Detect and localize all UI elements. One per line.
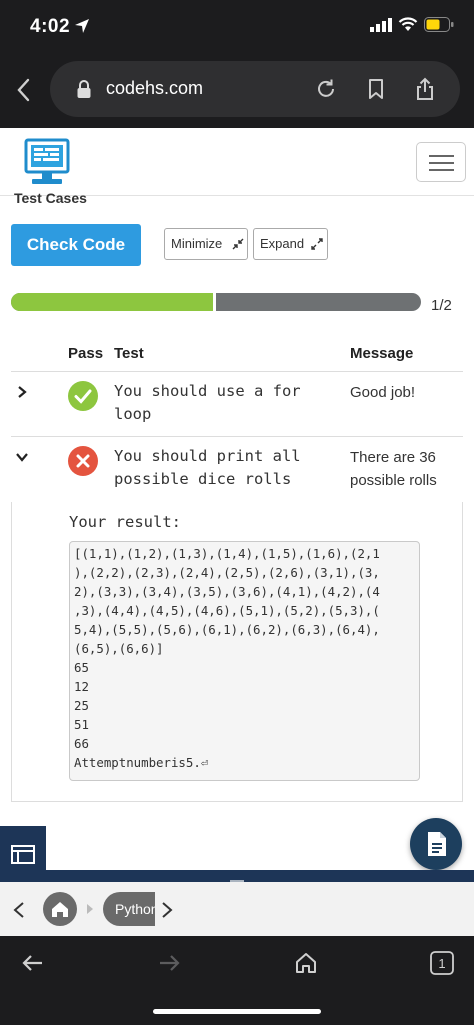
minimize-icon <box>232 238 244 250</box>
breadcrumb-separator-icon <box>87 904 93 914</box>
address-bar[interactable]: codehs.com <box>50 61 460 117</box>
tabs-icon[interactable]: 1 <box>429 950 455 976</box>
lock-icon <box>77 80 91 98</box>
back-arrow-icon[interactable] <box>20 950 46 976</box>
home-indicator <box>153 1009 321 1014</box>
expand-icon <box>311 238 323 250</box>
docs-button[interactable] <box>410 818 462 870</box>
output-line: 51 <box>74 717 89 732</box>
layout-icon <box>11 845 35 864</box>
output-line: 2),(3,3),(3,4),(3,5),(3,6),(4,1),(4,2),(… <box>74 584 380 599</box>
minimize-button[interactable]: Minimize <box>164 228 248 260</box>
url-text: codehs.com <box>106 78 204 98</box>
minimize-label: Minimize <box>171 236 223 251</box>
test-description-line: possible dice rolls <box>114 470 292 488</box>
output-line: (6,5),(6,6)] <box>74 641 164 656</box>
browser-toolbar: codehs.com <box>0 52 474 128</box>
output-line: 12 <box>74 679 89 694</box>
output-line: [(1,1),(1,2),(1,3),(1,4),(1,5),(1,6),(2,… <box>74 546 380 561</box>
header-pass: Pass <box>68 345 104 362</box>
breadcrumb-back-icon[interactable] <box>12 901 26 919</box>
check-code-button[interactable]: Check Code <box>11 224 141 266</box>
test-message: Good job! <box>350 384 416 401</box>
battery-icon <box>424 17 454 32</box>
pass-check-icon <box>68 381 98 411</box>
output-line: 25 <box>74 698 89 713</box>
program-output: [(1,1),(1,2),(1,3),(1,4),(1,5),(1,6),(2,… <box>69 541 420 781</box>
home-icon <box>52 902 68 917</box>
output-line: Attemptnumberis5.⏎ <box>74 755 209 770</box>
menu-button[interactable] <box>416 142 466 182</box>
fail-x-icon <box>68 446 98 476</box>
bookmark-icon[interactable] <box>364 77 388 101</box>
breadcrumb-python[interactable]: Python <box>103 892 155 926</box>
header-message: Message <box>350 345 414 362</box>
browser-bottom-toolbar: 1 <box>0 936 474 1025</box>
wifi-icon <box>398 17 418 31</box>
test-description-line: loop <box>114 405 152 423</box>
output-line: 66 <box>74 736 89 751</box>
output-line: 5,4),(5,5),(5,6),(6,1),(6,2),(6,3),(6,4)… <box>74 622 380 637</box>
test-description-line: You should print all <box>114 447 301 465</box>
progress-label: 1/2 <box>431 297 452 314</box>
sidebar-toggle-button[interactable] <box>0 826 46 870</box>
test-description-line: You should use a for <box>114 382 301 400</box>
test-message: There are 36 possible rolls <box>350 449 437 489</box>
status-time: 4:02 <box>30 16 71 37</box>
reload-icon[interactable] <box>314 77 338 101</box>
header-test: Test <box>114 345 144 362</box>
output-line: ,3),(4,4),(4,5),(4,6),(5,1),(5,2),(5,3),… <box>74 603 380 618</box>
home-icon[interactable] <box>293 950 319 976</box>
test-row[interactable]: You should print all possible dice rolls… <box>11 436 463 502</box>
share-icon[interactable] <box>413 77 437 101</box>
chevron-down-icon[interactable] <box>15 450 29 464</box>
status-indicators <box>370 17 454 32</box>
section-title: Test Cases <box>14 190 87 206</box>
test-progress-bar <box>11 293 421 311</box>
output-line: 65 <box>74 660 89 675</box>
location-arrow-icon <box>75 19 89 33</box>
test-row[interactable]: You should use a for loop Good job! <box>11 371 463 436</box>
forward-arrow-icon[interactable] <box>156 950 182 976</box>
browser-back-icon[interactable] <box>14 76 34 104</box>
output-line: ),(2,2),(2,3),(2,4),(2,5),(2,6),(3,1),(3… <box>74 565 380 580</box>
svg-text:1: 1 <box>438 956 445 971</box>
chevron-right-icon[interactable] <box>15 385 29 399</box>
progress-fill <box>11 293 216 311</box>
drag-handle[interactable] <box>230 880 244 882</box>
codehs-logo-icon[interactable] <box>24 138 70 186</box>
expand-label: Expand <box>260 236 305 251</box>
breadcrumb-forward-icon[interactable] <box>160 901 174 919</box>
status-bar: 4:02 <box>0 0 474 52</box>
site-header <box>0 128 474 196</box>
result-label: Your result: <box>69 513 181 531</box>
expand-button[interactable]: Expand <box>253 228 328 260</box>
signal-icon <box>370 17 392 32</box>
document-icon <box>428 832 446 856</box>
breadcrumb-home-button[interactable] <box>43 892 77 926</box>
